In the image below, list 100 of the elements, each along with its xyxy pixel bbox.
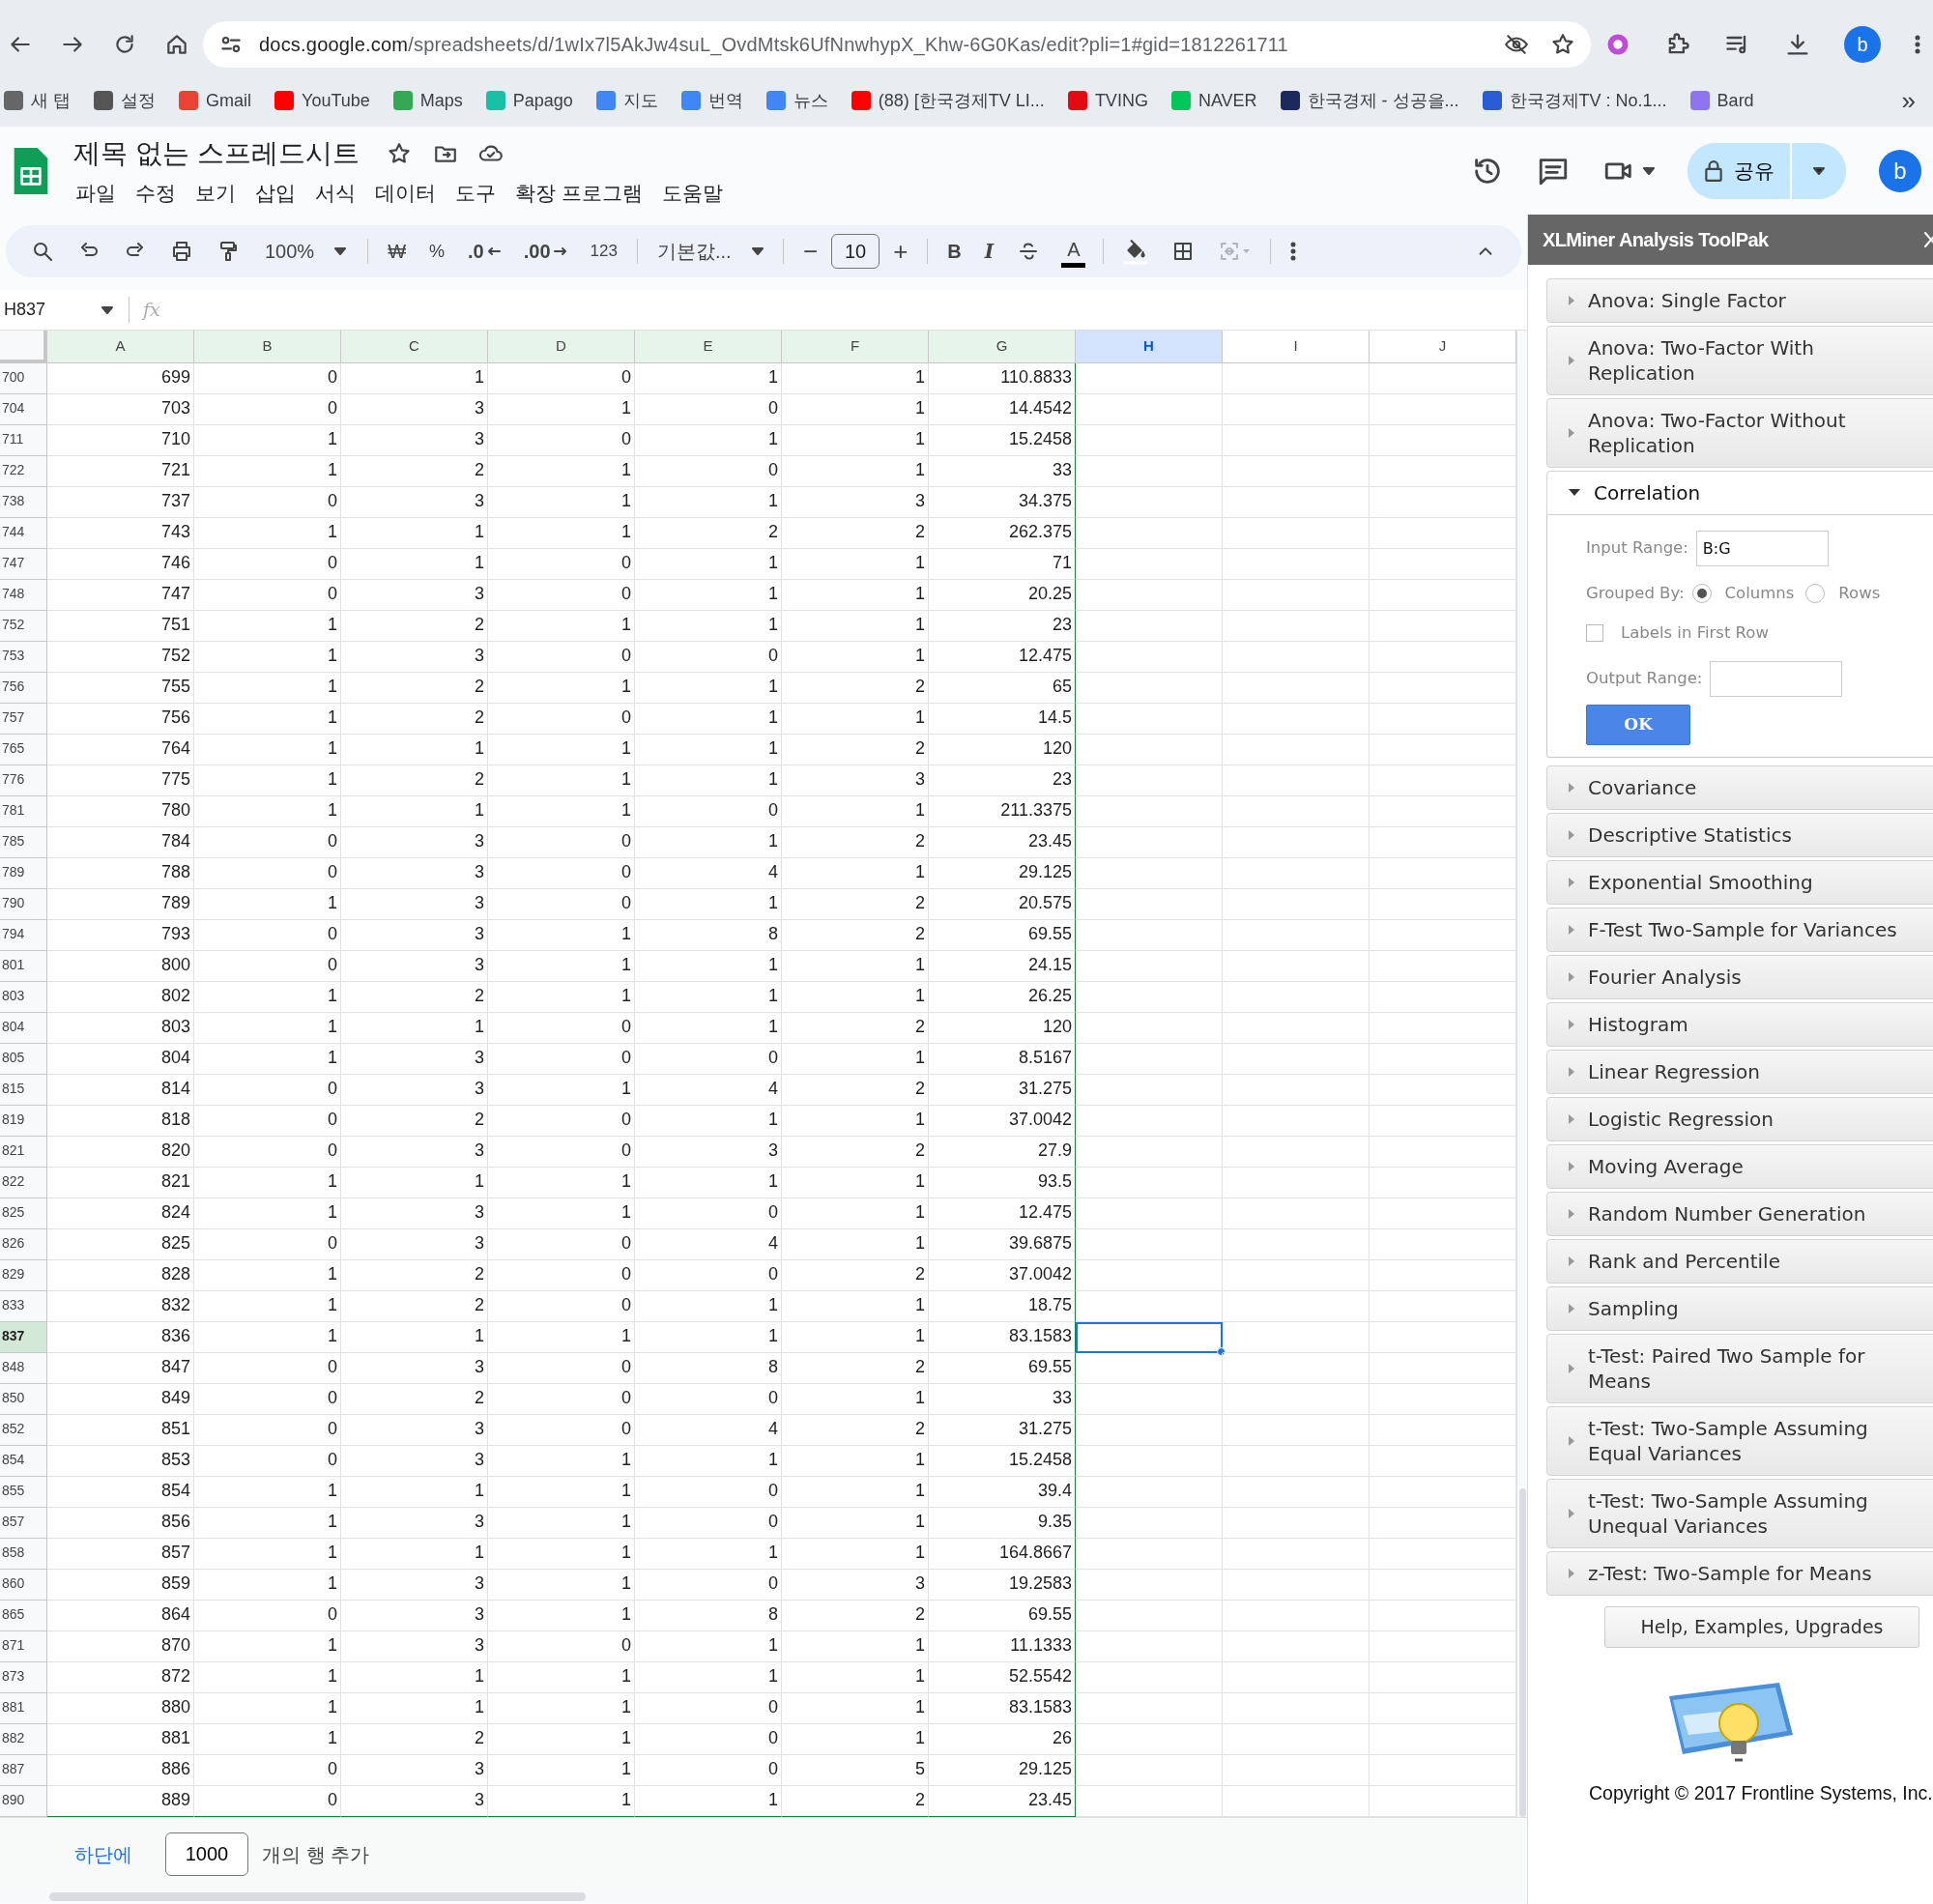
text-color-button[interactable]: A [1061, 235, 1086, 268]
tool-item[interactable]: Descriptive Statistics [1546, 812, 1933, 857]
bookmark[interactable]: YouTube [274, 87, 370, 114]
row-header[interactable]: 790 [0, 889, 47, 920]
row-header[interactable]: 776 [0, 765, 47, 796]
tool-item[interactable]: Histogram [1546, 1001, 1933, 1047]
bookmark[interactable]: Maps [392, 87, 463, 114]
bookmark[interactable]: NAVER [1170, 87, 1257, 114]
column-header[interactable]: I [1223, 331, 1370, 363]
zoom-dropdown[interactable]: 100% [253, 232, 359, 271]
radio-button[interactable] [1805, 584, 1826, 604]
row-header[interactable]: 781 [0, 796, 47, 827]
active-cell[interactable] [1076, 1322, 1223, 1353]
row-header[interactable]: 854 [0, 1446, 47, 1477]
tool-item[interactable]: Anova: Two-Factor With Replication [1546, 326, 1933, 395]
tool-item[interactable]: Exponential Smoothing [1546, 859, 1933, 905]
address-bar[interactable]: docs.google.com/spreadsheets/d/1wIx7l5AkJw4suL_OvdMtsk6UfNnwhypX_Khw-6G0Kas/edit?pli=1#gid=1812261711 [203, 21, 1591, 68]
bookmark[interactable]: 한국경제TV : No.1... [1482, 87, 1667, 114]
bookmark[interactable]: TVING [1067, 87, 1148, 114]
tool-item[interactable]: Linear Regression [1546, 1049, 1933, 1094]
row-header[interactable]: 747 [0, 549, 47, 580]
currency-button[interactable]: ₩ [378, 232, 417, 271]
percent-button[interactable]: % [419, 232, 455, 271]
row-header[interactable]: 848 [0, 1353, 47, 1384]
tool-item[interactable]: Moving Average [1546, 1143, 1933, 1189]
row-header[interactable]: 753 [0, 642, 47, 673]
row-header[interactable]: 794 [0, 920, 47, 951]
scrollbar[interactable] [1519, 1488, 1526, 1817]
row-header[interactable]: 757 [0, 704, 47, 735]
tool-item[interactable]: Logistic Regression [1546, 1096, 1933, 1141]
row-header[interactable]: 738 [0, 487, 47, 518]
row-header[interactable]: 801 [0, 951, 47, 982]
column-header[interactable]: D [488, 331, 635, 363]
tool-item[interactable]: Random Number Generation [1546, 1191, 1933, 1236]
row-header[interactable]: 871 [0, 1631, 47, 1662]
row-header[interactable]: 855 [0, 1477, 47, 1508]
row-header[interactable]: 704 [0, 394, 47, 425]
row-header[interactable]: 765 [0, 735, 47, 765]
tool-item[interactable]: t-Test: Paired Two Sample for Means [1546, 1333, 1933, 1403]
menu-item[interactable]: 서식 [305, 177, 365, 209]
row-header[interactable]: 804 [0, 1013, 47, 1044]
row-header[interactable]: 852 [0, 1415, 47, 1446]
row-header[interactable]: 857 [0, 1508, 47, 1539]
tool-item[interactable]: t-Test: Two-Sample Assuming Unequal Variances [1546, 1478, 1933, 1548]
output-range-field[interactable] [1710, 660, 1843, 697]
number-format-button[interactable]: 123 [580, 232, 627, 271]
row-header[interactable]: 890 [0, 1786, 47, 1817]
bookmark[interactable]: 새 탭 [4, 87, 71, 114]
bookmark[interactable]: 설정 [94, 87, 156, 114]
row-header[interactable]: 789 [0, 858, 47, 889]
close-icon[interactable] [1923, 229, 1933, 250]
tool-item[interactable]: F-Test Two-Sample for Variances [1546, 907, 1933, 952]
radio-button[interactable] [1691, 584, 1712, 604]
tool-item[interactable]: Sampling [1546, 1285, 1933, 1331]
bookmark[interactable]: 한국경제 - 성공을... [1280, 87, 1459, 114]
font-dropdown[interactable]: 기본값... [647, 232, 773, 271]
profile-avatar[interactable]: b [1844, 26, 1881, 63]
row-header[interactable]: 700 [0, 363, 47, 394]
font-size-field[interactable]: 10 [831, 234, 880, 269]
add-rows-link[interactable]: 하단에 [74, 1839, 152, 1869]
decrease-decimal-button[interactable]: .0 [458, 232, 510, 271]
menu-item[interactable]: 삽입 [245, 177, 305, 209]
column-header[interactable]: A [47, 331, 194, 363]
row-header[interactable]: 887 [0, 1755, 47, 1786]
column-header[interactable]: F [782, 331, 929, 363]
row-header[interactable]: 860 [0, 1570, 47, 1601]
row-header[interactable]: 825 [0, 1198, 47, 1229]
tool-item[interactable]: Anova: Two-Factor Without Replication [1546, 398, 1933, 468]
more-bookmarks-button[interactable]: » [1901, 81, 1933, 120]
row-header[interactable]: 819 [0, 1106, 47, 1137]
account-avatar[interactable]: b [1879, 149, 1921, 192]
bookmark[interactable]: 뉴스 [765, 87, 828, 114]
row-header[interactable]: 873 [0, 1662, 47, 1693]
bookmark[interactable]: 지도 [595, 87, 658, 114]
tool-item[interactable]: Anova: Single Factor [1546, 278, 1933, 323]
row-header[interactable]: 803 [0, 982, 47, 1013]
row-header[interactable]: 858 [0, 1539, 47, 1570]
menu-item[interactable]: 파일 [66, 177, 126, 209]
bold-button[interactable]: B [938, 232, 971, 271]
row-header[interactable]: 815 [0, 1075, 47, 1106]
tool-item[interactable]: Rank and Percentile [1546, 1238, 1933, 1284]
tool-item[interactable]: Correlation [1546, 471, 1933, 515]
name-box[interactable]: H837 [4, 297, 130, 323]
bookmark[interactable]: Gmail [179, 87, 252, 114]
tool-item[interactable]: z-Test: Two-Sample for Means [1546, 1550, 1933, 1596]
column-header[interactable]: G [929, 331, 1076, 363]
menu-item[interactable]: 데이터 [365, 177, 446, 209]
row-header[interactable]: 837 [0, 1322, 47, 1353]
menu-item[interactable]: 도움말 [651, 177, 733, 209]
menu-item[interactable]: 수정 [126, 177, 186, 209]
help-button[interactable]: Help, Examples, Upgrades [1604, 1605, 1919, 1648]
home-button[interactable] [164, 32, 189, 57]
row-header[interactable]: 881 [0, 1693, 47, 1724]
checkbox[interactable] [1586, 624, 1603, 643]
bookmark[interactable]: 번역 [680, 87, 743, 114]
row-header[interactable]: 711 [0, 425, 47, 456]
column-header[interactable]: B [194, 331, 341, 363]
row-header[interactable]: 722 [0, 456, 47, 487]
row-header[interactable]: 865 [0, 1601, 47, 1631]
row-header[interactable]: 785 [0, 827, 47, 858]
